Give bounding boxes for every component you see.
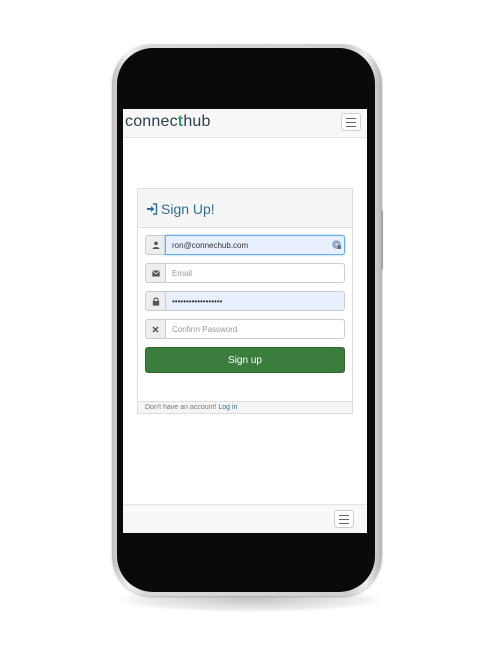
signup-footer: Don't have an account! Log in — [138, 401, 352, 413]
signup-title: Sign Up! — [146, 201, 215, 217]
brand-logo[interactable]: connecthub — [125, 112, 211, 132]
confirm-password-row — [145, 319, 345, 339]
phone-screen: connecthub Sign Up! ron@connechub.com Em… — [123, 109, 367, 533]
confirm-password-input[interactable] — [165, 319, 345, 339]
hamburger-icon-line — [339, 523, 349, 524]
hamburger-icon-line — [346, 122, 356, 123]
username-field-wrap — [165, 235, 345, 255]
hamburger-icon-line — [346, 126, 356, 127]
envelope-icon — [151, 269, 160, 276]
signup-title-text: Sign Up! — [161, 201, 215, 217]
sign-in-icon — [147, 203, 158, 215]
menu-toggle-button[interactable] — [341, 113, 361, 131]
email-addon — [145, 263, 165, 283]
user-icon — [152, 241, 159, 249]
email-input[interactable] — [165, 263, 345, 283]
brand-text-part2: hub — [183, 113, 211, 130]
confirm-password-addon — [145, 319, 165, 339]
bottom-navbar — [123, 504, 367, 533]
password-addon — [145, 291, 165, 311]
signup-panel: Sign Up! ron@connechub.com Email •••••••… — [137, 188, 353, 414]
hamburger-icon — [346, 118, 356, 119]
email-row — [145, 263, 345, 283]
brand-text-part1: connec — [125, 113, 178, 130]
footer-text: Don't have an account! — [145, 404, 219, 411]
password-input[interactable] — [165, 291, 345, 311]
lock-icon — [152, 297, 159, 306]
phone-side-button — [379, 210, 383, 270]
fingerprint-icon[interactable] — [332, 240, 341, 249]
bottom-menu-toggle-button[interactable] — [334, 510, 354, 528]
signup-panel-header: Sign Up! — [138, 189, 352, 228]
username-row — [145, 235, 345, 255]
login-link[interactable]: Log in — [218, 404, 237, 411]
sign-up-button[interactable]: Sign up — [145, 347, 345, 373]
hamburger-icon-line — [339, 519, 349, 520]
times-icon — [152, 325, 159, 333]
username-addon — [145, 235, 165, 255]
username-input[interactable] — [165, 235, 345, 255]
password-row — [145, 291, 345, 311]
top-navbar: connecthub — [123, 109, 367, 138]
stage: connecthub Sign Up! ron@connechub.com Em… — [0, 0, 478, 652]
hamburger-icon — [339, 515, 349, 516]
